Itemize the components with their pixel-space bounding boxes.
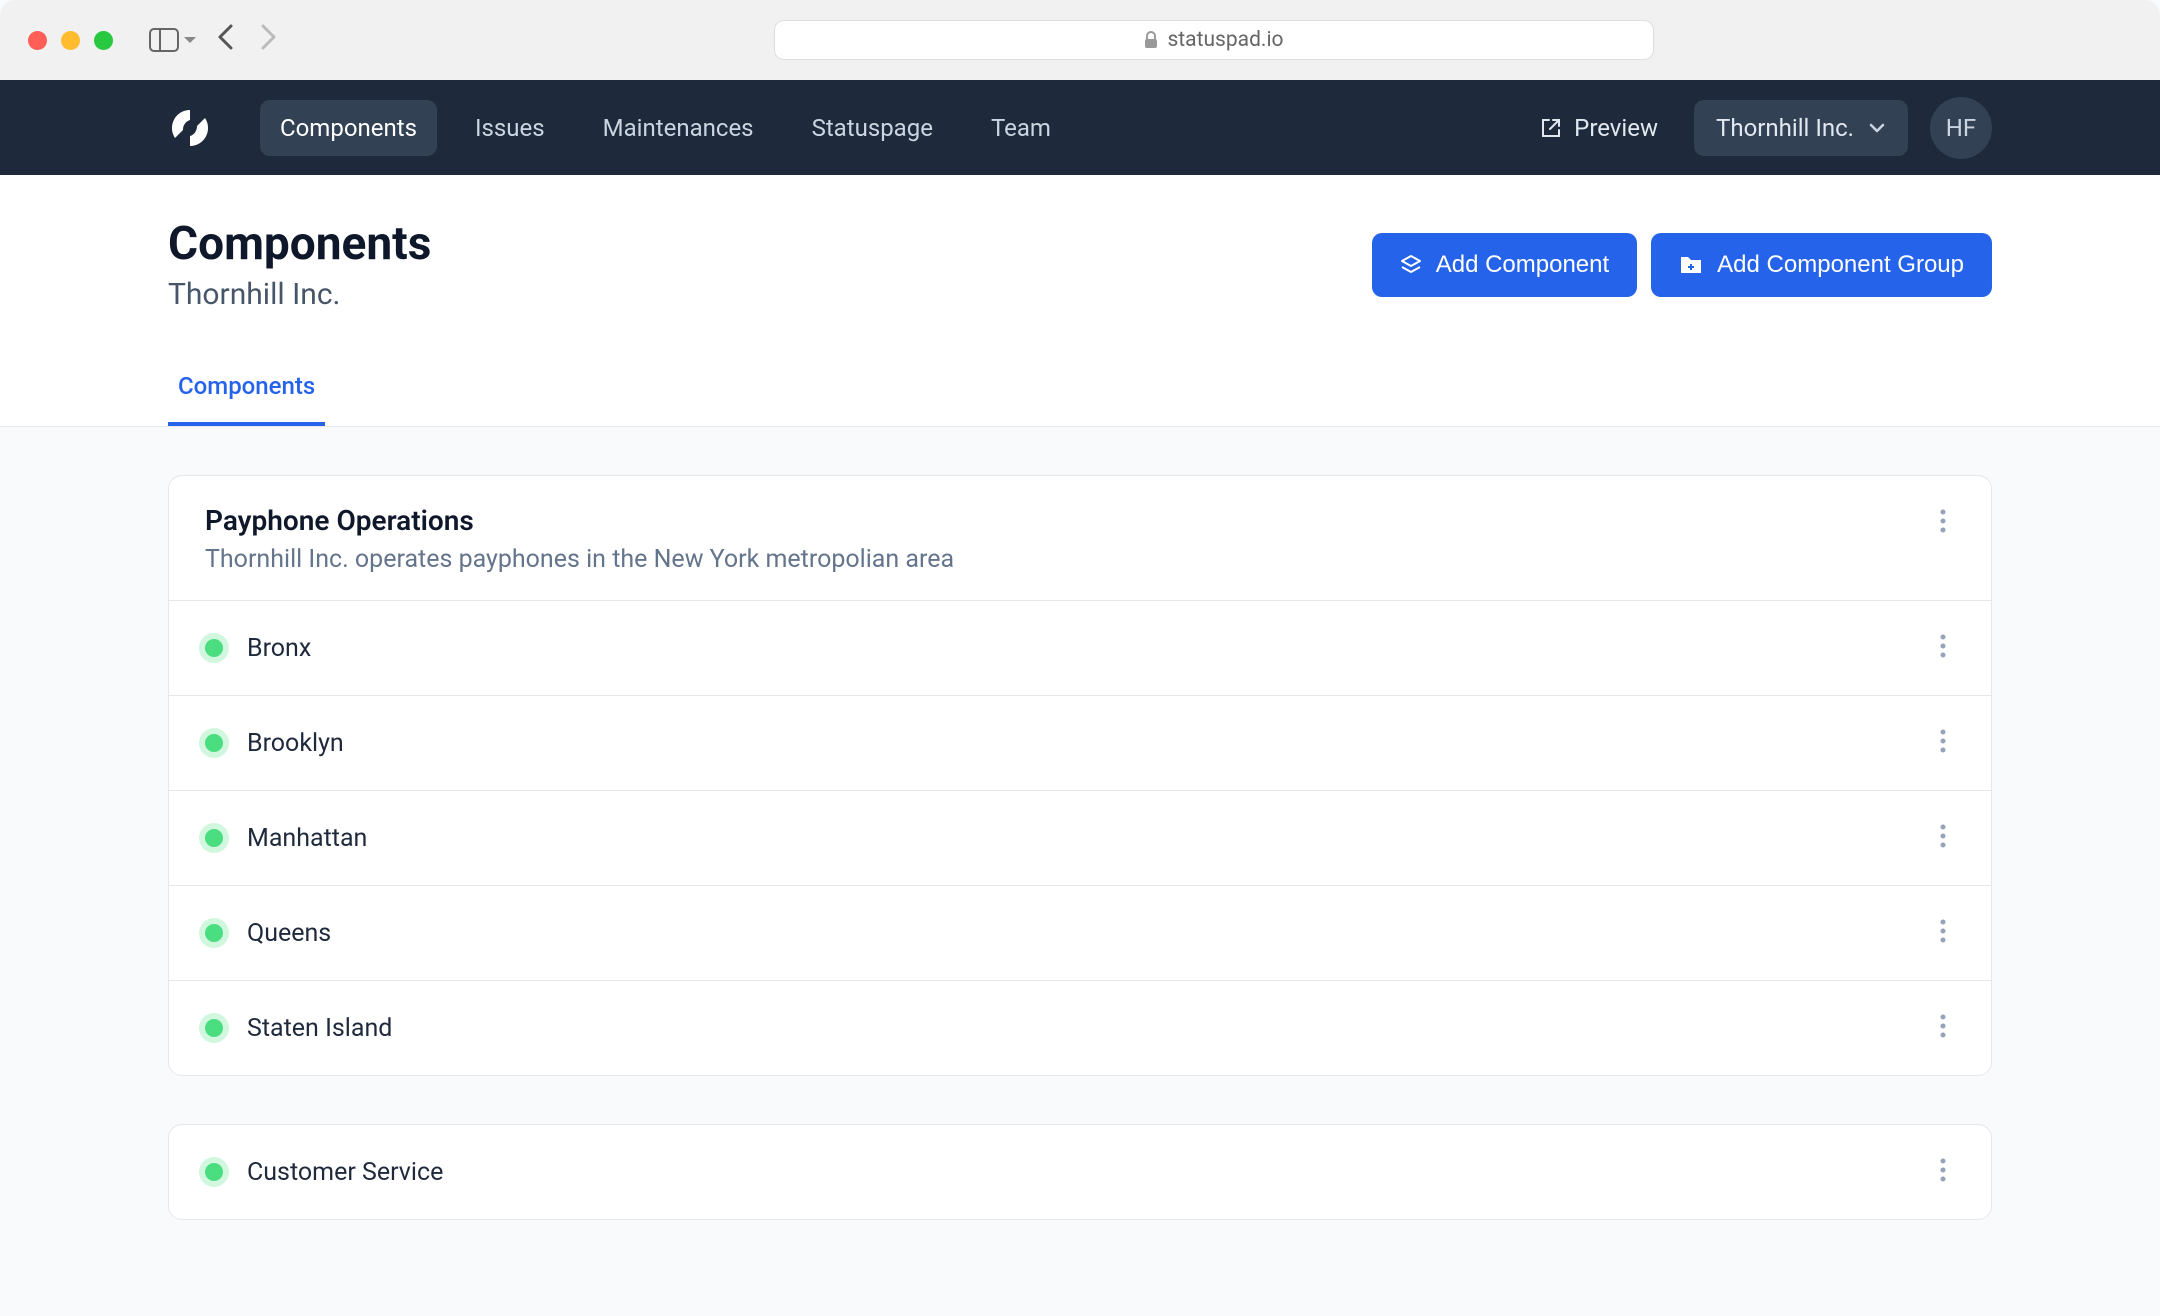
component-row: Staten Island: [169, 980, 1991, 1075]
status-indicator-operational: [205, 639, 223, 657]
preview-button[interactable]: Preview: [1522, 102, 1676, 154]
more-vertical-icon: [1939, 1157, 1947, 1183]
group-description: Thornhill Inc. operates payphones in the…: [205, 545, 954, 574]
org-dropdown[interactable]: Thornhill Inc.: [1694, 100, 1908, 156]
nav-issues[interactable]: Issues: [455, 100, 565, 156]
more-vertical-icon: [1939, 508, 1947, 534]
component-more-button[interactable]: [1931, 1009, 1955, 1047]
more-vertical-icon: [1939, 918, 1947, 944]
top-nav: Components Issues Maintenances Statuspag…: [0, 80, 2160, 175]
status-indicator-operational: [205, 734, 223, 752]
component-name: Customer Service: [247, 1158, 443, 1187]
nav-maintenances[interactable]: Maintenances: [583, 100, 774, 156]
sidebar-toggle-button[interactable]: [149, 28, 197, 52]
status-indicator-operational: [205, 1019, 223, 1037]
standalone-component-card: Customer Service: [168, 1124, 1992, 1220]
content-area: Payphone Operations Thornhill Inc. opera…: [0, 427, 2160, 1316]
external-link-icon: [1540, 117, 1562, 139]
page-subtitle: Thornhill Inc.: [168, 277, 431, 312]
more-vertical-icon: [1939, 823, 1947, 849]
component-group-card: Payphone Operations Thornhill Inc. opera…: [168, 475, 1992, 1076]
close-window-button[interactable]: [28, 31, 47, 50]
nav-components[interactable]: Components: [260, 100, 437, 156]
chevron-down-icon: [1868, 122, 1886, 134]
forward-button[interactable]: [259, 23, 277, 58]
add-component-button[interactable]: Add Component: [1372, 233, 1637, 297]
group-more-button[interactable]: [1931, 504, 1955, 542]
group-title: Payphone Operations: [205, 504, 954, 537]
component-more-button[interactable]: [1931, 819, 1955, 857]
page-header: Components Thornhill Inc. Add Component …: [0, 175, 2160, 426]
more-vertical-icon: [1939, 728, 1947, 754]
component-more-button[interactable]: [1931, 914, 1955, 952]
component-row: Manhattan: [169, 790, 1991, 885]
url-bar[interactable]: statuspad.io: [774, 20, 1654, 60]
more-vertical-icon: [1939, 1013, 1947, 1039]
maximize-window-button[interactable]: [94, 31, 113, 50]
tab-components[interactable]: Components: [168, 356, 325, 426]
component-name: Brooklyn: [247, 729, 344, 758]
page-title: Components: [168, 217, 431, 271]
component-row: Queens: [169, 885, 1991, 980]
browser-toolbar: [149, 23, 277, 58]
browser-chrome: statuspad.io: [0, 0, 2160, 80]
component-name: Bronx: [247, 634, 311, 663]
url-text: statuspad.io: [1167, 28, 1283, 52]
component-name: Manhattan: [247, 824, 367, 853]
lock-icon: [1143, 31, 1159, 49]
status-indicator-operational: [205, 924, 223, 942]
avatar[interactable]: HF: [1930, 97, 1992, 159]
component-more-button[interactable]: [1931, 1153, 1955, 1191]
component-row: Bronx: [169, 600, 1991, 695]
component-row: Customer Service: [169, 1125, 1991, 1219]
add-component-group-button[interactable]: Add Component Group: [1651, 233, 1992, 297]
logo-icon[interactable]: [168, 106, 212, 150]
component-row: Brooklyn: [169, 695, 1991, 790]
nav-team[interactable]: Team: [971, 100, 1071, 156]
component-more-button[interactable]: [1931, 724, 1955, 762]
back-button[interactable]: [217, 23, 235, 58]
component-name: Queens: [247, 919, 331, 948]
component-name: Staten Island: [247, 1014, 392, 1043]
status-indicator-operational: [205, 1163, 223, 1181]
more-vertical-icon: [1939, 633, 1947, 659]
component-more-button[interactable]: [1931, 629, 1955, 667]
nav-statuspage[interactable]: Statuspage: [792, 100, 953, 156]
folder-plus-icon: [1679, 255, 1703, 275]
status-indicator-operational: [205, 829, 223, 847]
window-controls: [28, 31, 113, 50]
layers-icon: [1400, 254, 1422, 276]
minimize-window-button[interactable]: [61, 31, 80, 50]
